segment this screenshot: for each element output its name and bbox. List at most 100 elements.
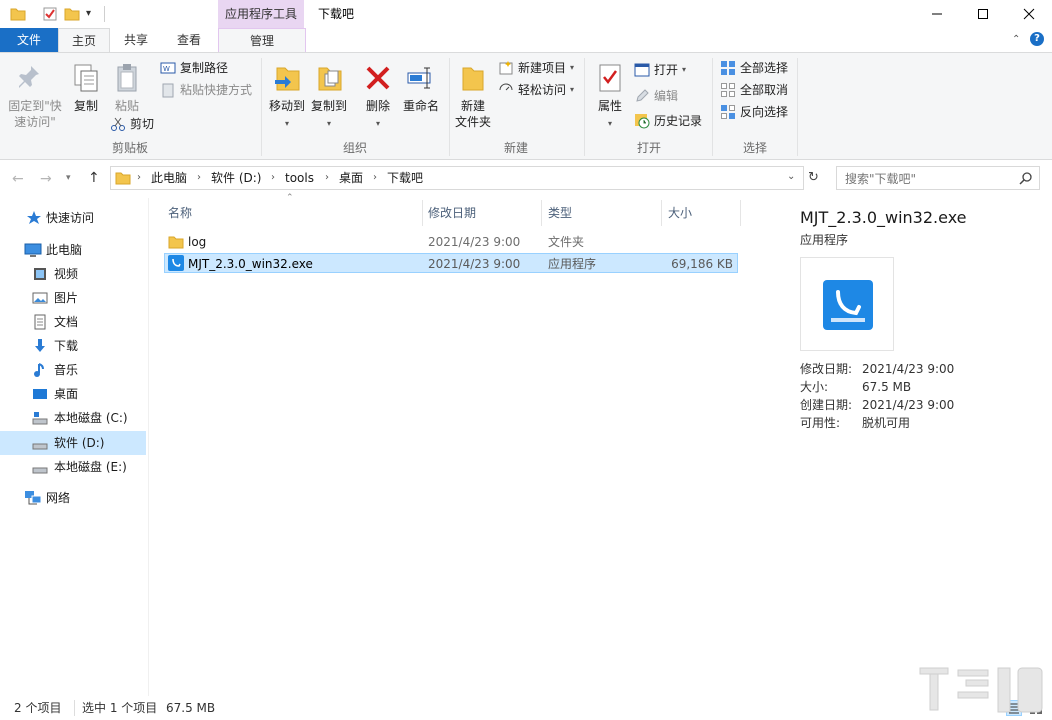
collapse-ribbon-icon[interactable]: ⌃ bbox=[1012, 34, 1020, 45]
breadcrumb-tools[interactable]: tools bbox=[285, 167, 314, 189]
pin-label-1: 固定到"快 bbox=[8, 99, 62, 113]
up-button[interactable]: ↑ bbox=[88, 170, 100, 186]
copy-button[interactable]: 复制 bbox=[68, 62, 104, 114]
tab-home[interactable]: 主页 bbox=[58, 28, 110, 52]
paste-button[interactable]: 粘贴 bbox=[108, 62, 146, 114]
address-bar[interactable]: › 此电脑 › 软件 (D:) › tools › 桌面 › 下载吧 ⌄ bbox=[110, 166, 804, 190]
new-folder-label-2: 文件夹 bbox=[454, 115, 491, 129]
rename-button[interactable]: 重命名 bbox=[400, 62, 442, 114]
nav-desktop[interactable]: 桌面 bbox=[0, 382, 146, 406]
nav-music[interactable]: 音乐 bbox=[0, 358, 146, 382]
table-row[interactable]: MJT_2.3.0_win32.exe 2021/4/23 9:00 应用程序 … bbox=[164, 253, 738, 273]
easy-access-button[interactable]: 轻松访问 ▾ bbox=[498, 80, 574, 100]
preview-thumbnail bbox=[800, 257, 894, 351]
breadcrumb-current[interactable]: 下载吧 bbox=[387, 167, 423, 189]
breadcrumb-desktop[interactable]: 桌面 bbox=[339, 167, 363, 189]
copy-to-button[interactable]: 复制到 ▾ bbox=[308, 62, 350, 132]
folder-icon[interactable] bbox=[10, 6, 26, 22]
file-type: 应用程序 bbox=[548, 257, 597, 271]
column-separator[interactable] bbox=[740, 200, 741, 226]
pin-quick-access-button[interactable]: 固定到"快 速访问" bbox=[4, 62, 66, 130]
desktop-icon bbox=[32, 386, 48, 402]
title-bar bbox=[0, 0, 1052, 28]
column-separator[interactable] bbox=[541, 200, 542, 226]
move-to-label: 移动到 bbox=[268, 99, 305, 113]
refresh-icon[interactable]: ↻ bbox=[808, 170, 819, 185]
nav-drive-d[interactable]: 软件 (D:) bbox=[0, 431, 146, 455]
maximize-button[interactable] bbox=[960, 0, 1006, 28]
select-none-button[interactable]: 全部取消 bbox=[720, 80, 788, 100]
back-button[interactable]: ← bbox=[12, 171, 24, 187]
nav-documents[interactable]: 文档 bbox=[0, 310, 146, 334]
preview-filetype: 应用程序 bbox=[800, 233, 849, 247]
open-icon bbox=[634, 62, 650, 78]
customize-toolbar-icon[interactable]: ▾ bbox=[86, 8, 91, 19]
nav-videos[interactable]: 视频 bbox=[0, 262, 146, 286]
nav-quick-access[interactable]: 快速访问 bbox=[0, 206, 146, 230]
select-all-button[interactable]: 全部选择 bbox=[720, 58, 788, 78]
edit-button[interactable]: 编辑 bbox=[634, 86, 678, 106]
new-item-button[interactable]: 新建项目 ▾ bbox=[498, 58, 574, 78]
cut-button[interactable]: 剪切 bbox=[110, 114, 154, 134]
breadcrumb-separator[interactable]: › bbox=[325, 167, 329, 189]
minimize-button[interactable] bbox=[914, 0, 960, 28]
column-header-type[interactable]: 类型 bbox=[548, 200, 572, 226]
column-header-modified[interactable]: 修改日期 bbox=[428, 200, 476, 226]
search-box[interactable] bbox=[836, 166, 1040, 190]
column-separator[interactable] bbox=[661, 200, 662, 226]
nav-network[interactable]: 网络 bbox=[0, 486, 146, 510]
nav-label: 视频 bbox=[54, 267, 79, 281]
properties-check-icon[interactable] bbox=[42, 6, 58, 22]
preview-created-label: 创建日期: bbox=[800, 398, 853, 412]
delete-button[interactable]: 删除 ▾ bbox=[362, 62, 394, 132]
move-to-button[interactable]: 移动到 ▾ bbox=[266, 62, 308, 132]
file-size: 69,186 KB bbox=[671, 257, 733, 271]
breadcrumb-this-pc[interactable]: 此电脑 bbox=[151, 167, 187, 189]
new-folder-button[interactable]: 新建 文件夹 bbox=[452, 62, 494, 130]
tab-manage[interactable]: 管理 bbox=[218, 28, 306, 52]
column-header-name[interactable]: 名称 bbox=[168, 200, 192, 226]
status-bar bbox=[0, 696, 1052, 720]
copy-path-button[interactable]: W 复制路径 bbox=[160, 58, 228, 78]
copy-icon bbox=[70, 62, 102, 94]
open-button[interactable]: 打开 ▾ bbox=[634, 60, 686, 80]
edit-icon bbox=[634, 88, 650, 104]
pin-label-2: 速访问" bbox=[14, 115, 56, 129]
nav-this-pc[interactable]: 此电脑 bbox=[0, 238, 146, 262]
nav-label: 软件 (D:) bbox=[54, 436, 105, 450]
forward-button[interactable]: → bbox=[40, 171, 52, 187]
nav-downloads[interactable]: 下载 bbox=[0, 334, 146, 358]
search-icon[interactable] bbox=[1019, 171, 1033, 185]
properties-button[interactable]: 属性 ▾ bbox=[592, 62, 628, 132]
tab-share[interactable]: 共享 bbox=[112, 28, 160, 52]
close-button[interactable] bbox=[1006, 0, 1052, 28]
address-dropdown-icon[interactable]: ⌄ bbox=[787, 171, 795, 182]
paste-shortcut-button[interactable]: 粘贴快捷方式 bbox=[160, 80, 252, 100]
breadcrumb-separator[interactable]: › bbox=[271, 167, 275, 189]
breadcrumb-separator[interactable]: › bbox=[137, 167, 141, 189]
breadcrumb-separator[interactable]: › bbox=[197, 167, 201, 189]
column-separator[interactable] bbox=[422, 200, 423, 226]
nav-drive-c[interactable]: 本地磁盘 (C:) bbox=[0, 406, 146, 430]
recent-locations-icon[interactable]: ▾ bbox=[66, 173, 71, 183]
window-title: 下载吧 bbox=[318, 7, 355, 21]
search-input[interactable] bbox=[843, 169, 1013, 189]
nav-drive-e[interactable]: 本地磁盘 (E:) bbox=[0, 455, 146, 479]
paste-icon bbox=[111, 62, 143, 94]
help-icon[interactable]: ? bbox=[1030, 32, 1044, 46]
breadcrumb-separator[interactable]: › bbox=[373, 167, 377, 189]
breadcrumb-drive-d[interactable]: 软件 (D:) bbox=[211, 167, 261, 189]
network-icon bbox=[24, 490, 42, 506]
invert-selection-button[interactable]: 反向选择 bbox=[720, 102, 788, 122]
tab-file[interactable]: 文件 bbox=[0, 28, 58, 52]
history-button[interactable]: 历史记录 bbox=[634, 111, 702, 131]
nav-pictures[interactable]: 图片 bbox=[0, 286, 146, 310]
nav-label: 此电脑 bbox=[46, 243, 83, 257]
table-row[interactable]: log 2021/4/23 9:00 文件夹 bbox=[164, 232, 738, 252]
watermark-logo bbox=[914, 660, 1052, 720]
drive-icon bbox=[32, 435, 48, 451]
column-header-size[interactable]: 大小 bbox=[668, 200, 692, 226]
new-folder-icon[interactable] bbox=[64, 6, 80, 22]
tab-view[interactable]: 查看 bbox=[164, 28, 214, 52]
new-item-dropdown-icon: ▾ bbox=[570, 63, 575, 72]
